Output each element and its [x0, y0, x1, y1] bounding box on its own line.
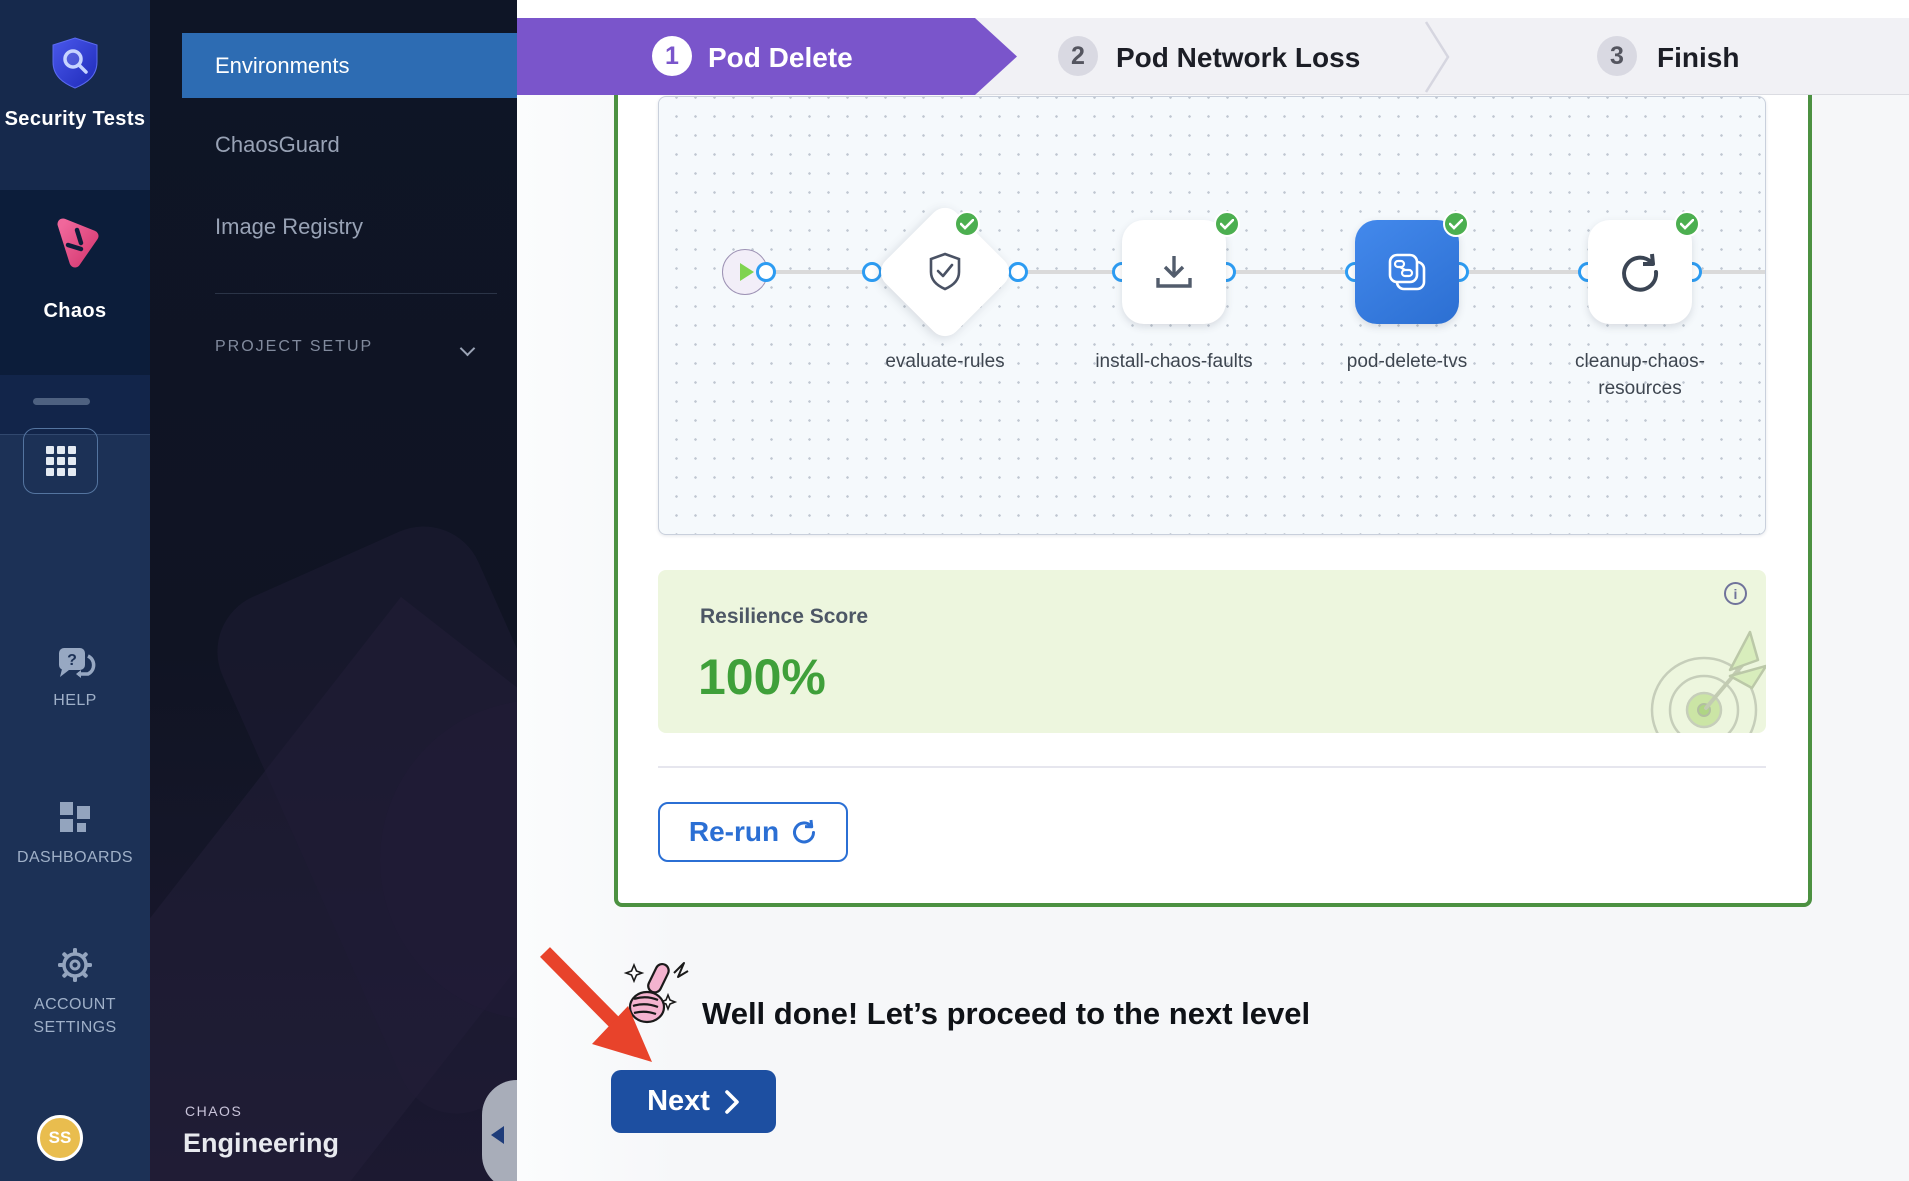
node-label: evaluate-rules	[865, 348, 1025, 375]
environments-label: Environments	[215, 53, 350, 79]
project-setup-label: PROJECT SETUP	[215, 338, 373, 355]
sidebar-collapse-button[interactable]	[482, 1080, 517, 1181]
node-pod-delete-tvs[interactable]	[1355, 220, 1459, 324]
pipeline-canvas[interactable]: evaluate-rules install-chaos-faults	[658, 96, 1766, 535]
check-icon	[1443, 211, 1469, 237]
user-avatar[interactable]: SS	[37, 1115, 83, 1161]
target-dart-illustration	[1626, 618, 1766, 733]
red-arrow-annotation	[530, 940, 670, 1075]
help-label: HELP	[0, 692, 150, 710]
tab-step-finish[interactable]: Finish	[1657, 42, 1739, 74]
rerun-button[interactable]: Re-run	[658, 802, 848, 862]
svg-text:?: ?	[67, 652, 77, 669]
node-label: install-chaos-faults	[1094, 348, 1254, 375]
rail-divider-dash	[33, 398, 90, 405]
wizard-stepper: 1 Pod Delete 2 Pod Network Loss 3 Finish	[517, 18, 1909, 95]
top-white-strip	[517, 0, 1909, 18]
step-separator-chevron	[1422, 20, 1452, 94]
step3-number-badge: 3	[1597, 36, 1637, 76]
chaos-experiment-icon	[1384, 249, 1430, 295]
rerun-label: Re-run	[689, 816, 779, 848]
check-icon	[954, 211, 980, 237]
node-install-chaos-faults[interactable]	[1122, 220, 1226, 324]
resilience-score-panel: Resilience Score 100% i	[658, 570, 1766, 733]
sidebar-divider	[215, 293, 497, 294]
connector-port	[862, 262, 882, 282]
node-label: cleanup-chaos-resources	[1560, 348, 1720, 402]
chevron-right-icon	[724, 1089, 740, 1115]
module-rail: Security Tests Chaos ?	[0, 0, 150, 1181]
account-settings-gear-icon[interactable]	[0, 944, 150, 991]
sidebar-item-environments[interactable]: Environments	[182, 33, 517, 98]
chaos-icon[interactable]	[0, 214, 150, 277]
grid-icon	[46, 446, 76, 476]
image-registry-label: Image Registry	[215, 214, 363, 239]
step2-number-badge: 2	[1058, 36, 1098, 76]
download-icon	[1153, 252, 1195, 292]
chaos-label: Chaos	[0, 300, 150, 323]
project-name: Engineering	[183, 1128, 339, 1159]
account-settings-label-line2: SETTINGS	[0, 1019, 150, 1037]
refresh-icon	[791, 819, 817, 845]
module-security-tests-tile[interactable]	[0, 0, 150, 190]
avatar-initials: SS	[49, 1128, 72, 1148]
node-cleanup-chaos-resources[interactable]	[1588, 220, 1692, 324]
resilience-score-value: 100%	[698, 648, 826, 706]
resilience-score-title: Resilience Score	[700, 605, 868, 629]
dashboards-label: DASHBOARDS	[0, 849, 150, 867]
project-sidebar: Environments ChaosGuard Image Registry P…	[150, 0, 517, 1181]
sidebar-item-chaosguard[interactable]: ChaosGuard	[215, 132, 340, 158]
module-grid-button[interactable]	[23, 428, 98, 494]
chaosguard-label: ChaosGuard	[215, 132, 340, 157]
tab-step-pod-network-loss[interactable]: Pod Network Loss	[1116, 42, 1360, 74]
app-window: Security Tests Chaos ?	[0, 0, 1909, 1181]
sidebar-item-image-registry[interactable]: Image Registry	[215, 214, 363, 240]
account-settings-label-line1: ACCOUNT	[0, 996, 150, 1014]
check-icon	[1214, 211, 1240, 237]
info-icon[interactable]: i	[1724, 582, 1747, 605]
step1-number-badge: 1	[652, 36, 692, 76]
help-icon[interactable]: ?	[0, 644, 150, 693]
chevron-left-icon	[491, 1126, 504, 1144]
check-icon	[1674, 211, 1700, 237]
security-tests-label: Security Tests	[0, 108, 150, 131]
chevron-down-icon[interactable]	[462, 343, 474, 355]
project-kicker: CHAOS	[185, 1103, 242, 1119]
security-tests-icon[interactable]	[0, 36, 150, 95]
congrats-message: Well done! Let’s proceed to the next lev…	[702, 996, 1310, 1032]
connector-port	[756, 262, 776, 282]
play-icon	[740, 263, 754, 281]
connector-port	[1008, 262, 1028, 282]
node-label: pod-delete-tvs	[1327, 348, 1487, 375]
shield-check-icon	[895, 222, 995, 322]
section-divider	[658, 766, 1766, 768]
next-button[interactable]: Next	[611, 1070, 776, 1133]
tab-step-pod-delete[interactable]: Pod Delete	[708, 42, 853, 74]
next-label: Next	[647, 1085, 710, 1118]
project-setup-section[interactable]: PROJECT SETUP	[215, 338, 373, 356]
dashboards-icon[interactable]	[0, 800, 150, 841]
refresh-icon	[1618, 250, 1662, 294]
